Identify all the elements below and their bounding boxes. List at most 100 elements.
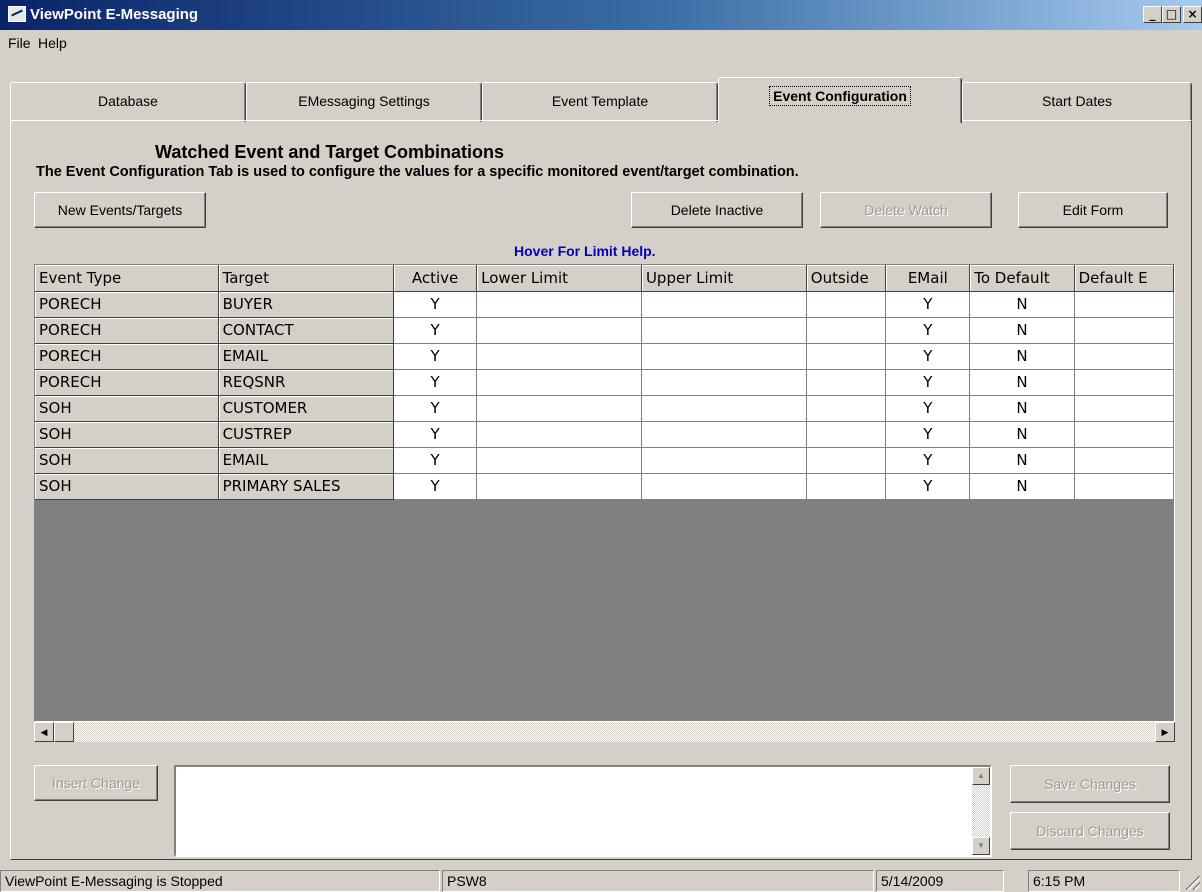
grid-cell[interactable] — [641, 343, 807, 370]
close-icon[interactable]: × — [1183, 6, 1202, 23]
table-row[interactable]: SOH CUSTOMER Y Y N — [35, 395, 1174, 422]
grid-cell[interactable]: Y — [393, 317, 478, 344]
table-row[interactable]: PORECH BUYER Y Y N — [35, 291, 1174, 318]
table-row[interactable]: PORECH EMAIL Y Y N — [35, 343, 1174, 370]
grid-cell[interactable]: Y — [885, 473, 971, 500]
minimize-icon[interactable]: _ — [1143, 6, 1162, 23]
menu-help[interactable]: Help — [38, 35, 67, 51]
grid-cell[interactable]: Y — [885, 343, 971, 370]
grid-cell[interactable]: N — [969, 395, 1075, 422]
grid-cell[interactable]: REQSNR — [218, 369, 395, 396]
grid-cell[interactable]: N — [969, 317, 1075, 344]
table-row[interactable]: SOH CUSTREP Y Y N — [35, 421, 1174, 448]
grid-cell[interactable] — [1074, 473, 1174, 500]
grid-cell[interactable] — [476, 473, 642, 500]
col-header[interactable]: Active — [393, 265, 478, 292]
grid-cell[interactable]: Y — [393, 421, 478, 448]
table-row[interactable]: SOH PRIMARY SALES Y Y N — [35, 473, 1174, 500]
save-changes-button[interactable]: Save Changes — [1010, 765, 1170, 803]
col-header[interactable]: EMail — [885, 265, 971, 292]
table-row[interactable]: SOH EMAIL Y Y N — [35, 447, 1174, 474]
grid-cell[interactable]: N — [969, 421, 1075, 448]
grid-cell[interactable]: PRIMARY SALES — [218, 473, 395, 500]
scroll-right-icon[interactable]: ▶ — [1155, 722, 1175, 742]
insert-change-button[interactable]: Insert Change — [34, 765, 158, 801]
grid-cell[interactable] — [641, 447, 807, 474]
grid-cell[interactable]: Y — [885, 421, 971, 448]
grid-cell[interactable] — [806, 317, 887, 344]
tab-database[interactable]: Database — [10, 82, 246, 122]
grid-cell[interactable] — [476, 395, 642, 422]
grid-cell[interactable] — [476, 421, 642, 448]
grid-cell[interactable]: Y — [885, 317, 971, 344]
col-header[interactable]: To Default — [969, 265, 1075, 292]
grid-cell[interactable]: SOH — [35, 421, 219, 448]
grid-cell[interactable] — [641, 291, 807, 318]
grid-cell[interactable] — [1074, 343, 1174, 370]
event-target-grid[interactable]: Event Type Target Active Lower Limit Upp… — [34, 264, 1175, 722]
grid-cell[interactable] — [1074, 447, 1174, 474]
grid-cell[interactable] — [1074, 369, 1174, 396]
tab-start-dates[interactable]: Start Dates — [962, 82, 1192, 122]
grid-cell[interactable]: N — [969, 291, 1075, 318]
grid-cell[interactable]: Y — [393, 473, 478, 500]
grid-cell[interactable] — [1074, 421, 1174, 448]
grid-cell[interactable] — [476, 369, 642, 396]
grid-cell[interactable]: Y — [393, 291, 478, 318]
col-header[interactable]: Event Type — [35, 265, 219, 292]
table-row[interactable]: PORECH REQSNR Y Y N — [35, 369, 1174, 396]
grid-cell[interactable]: N — [969, 343, 1075, 370]
grid-cell[interactable] — [1074, 317, 1174, 344]
scroll-down-icon[interactable]: ▼ — [972, 837, 990, 855]
grid-cell[interactable]: BUYER — [218, 291, 395, 318]
grid-cell[interactable]: PORECH — [35, 343, 219, 370]
grid-cell[interactable]: N — [969, 369, 1075, 396]
grid-cell[interactable] — [806, 447, 887, 474]
grid-cell[interactable] — [641, 369, 807, 396]
grid-cell[interactable] — [641, 473, 807, 500]
grid-cell[interactable]: Y — [393, 395, 478, 422]
scroll-left-icon[interactable]: ◀ — [34, 722, 54, 742]
grid-cell[interactable] — [641, 421, 807, 448]
grid-cell[interactable] — [476, 343, 642, 370]
grid-cell[interactable]: N — [969, 447, 1075, 474]
scroll-thumb[interactable] — [54, 722, 74, 742]
grid-cell[interactable] — [806, 369, 887, 396]
grid-cell[interactable]: Y — [393, 343, 478, 370]
grid-cell[interactable]: Y — [885, 395, 971, 422]
grid-cell[interactable]: N — [969, 473, 1075, 500]
col-header[interactable]: Upper Limit — [641, 265, 807, 292]
grid-cell[interactable] — [806, 343, 887, 370]
edit-form-button[interactable]: Edit Form — [1018, 192, 1168, 228]
grid-cell[interactable] — [806, 421, 887, 448]
col-header[interactable]: Lower Limit — [476, 265, 642, 292]
grid-cell[interactable]: SOH — [35, 395, 219, 422]
new-events-targets-button[interactable]: New Events/Targets — [34, 192, 206, 228]
menu-file[interactable]: File — [8, 35, 31, 51]
grid-cell[interactable]: Y — [393, 447, 478, 474]
grid-cell[interactable]: Y — [885, 369, 971, 396]
horizontal-scrollbar[interactable]: ◀ ▶ — [34, 722, 1175, 742]
grid-cell[interactable] — [476, 447, 642, 474]
grid-cell[interactable] — [476, 317, 642, 344]
discard-changes-button[interactable]: Discard Changes — [1010, 812, 1170, 850]
grid-cell[interactable] — [641, 395, 807, 422]
delete-watch-button[interactable]: Delete Watch — [820, 192, 992, 228]
grid-cell[interactable]: PORECH — [35, 317, 219, 344]
grid-cell[interactable]: EMAIL — [218, 447, 395, 474]
grid-cell[interactable] — [1074, 395, 1174, 422]
col-header[interactable]: Outside — [806, 265, 887, 292]
grid-cell[interactable]: SOH — [35, 447, 219, 474]
grid-cell[interactable]: CUSTREP — [218, 421, 395, 448]
maximize-icon[interactable]: □ — [1162, 6, 1181, 23]
memo-vertical-scrollbar[interactable]: ▲ ▼ — [972, 767, 990, 855]
scroll-up-icon[interactable]: ▲ — [972, 767, 990, 785]
grid-cell[interactable]: PORECH — [35, 369, 219, 396]
grid-cell[interactable]: EMAIL — [218, 343, 395, 370]
grid-cell[interactable]: Y — [885, 291, 971, 318]
delete-inactive-button[interactable]: Delete Inactive — [631, 192, 803, 228]
grid-cell[interactable] — [806, 395, 887, 422]
grid-cell[interactable] — [476, 291, 642, 318]
grid-cell[interactable]: CUSTOMER — [218, 395, 395, 422]
change-memo-field[interactable]: ▲ ▼ — [174, 765, 992, 857]
